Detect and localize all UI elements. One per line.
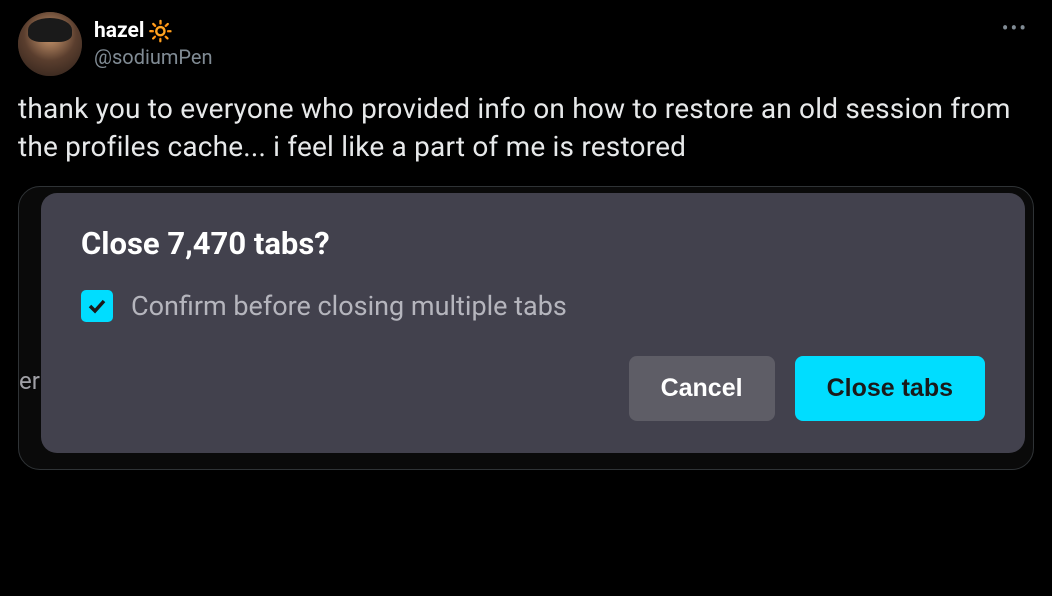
checkbox-label: Confirm before closing multiple tabs — [131, 290, 567, 322]
avatar[interactable] — [18, 12, 82, 76]
tweet-attachment[interactable]: er o Close 7,470 tabs? Confirm before cl… — [18, 186, 1034, 470]
close-tabs-dialog: Close 7,470 tabs? Confirm before closing… — [41, 193, 1025, 453]
display-name-row[interactable]: hazel 🔆 — [94, 19, 213, 43]
sun-icon: 🔆 — [148, 19, 173, 43]
confirm-checkbox[interactable] — [81, 290, 113, 322]
cropped-text-fragment: er — [19, 367, 40, 395]
display-name: hazel — [94, 19, 144, 43]
tweet-text: thank you to everyone who provided info … — [18, 90, 1034, 166]
dialog-button-row: Cancel Close tabs — [81, 356, 985, 421]
cropped-text-fragment: o — [19, 467, 33, 470]
more-menu-button[interactable]: ••• — [996, 12, 1034, 44]
dialog-title: Close 7,470 tabs? — [81, 225, 985, 262]
user-handle[interactable]: @sodiumPen — [94, 45, 213, 69]
user-names: hazel 🔆 @sodiumPen — [94, 19, 213, 69]
checkmark-icon — [87, 296, 107, 316]
tweet-user-block[interactable]: hazel 🔆 @sodiumPen — [18, 12, 213, 76]
avatar-image — [18, 12, 82, 76]
close-tabs-button[interactable]: Close tabs — [795, 356, 985, 421]
tweet-header: hazel 🔆 @sodiumPen ••• — [18, 12, 1034, 76]
cancel-button[interactable]: Cancel — [629, 356, 775, 421]
confirm-checkbox-row[interactable]: Confirm before closing multiple tabs — [81, 290, 985, 322]
